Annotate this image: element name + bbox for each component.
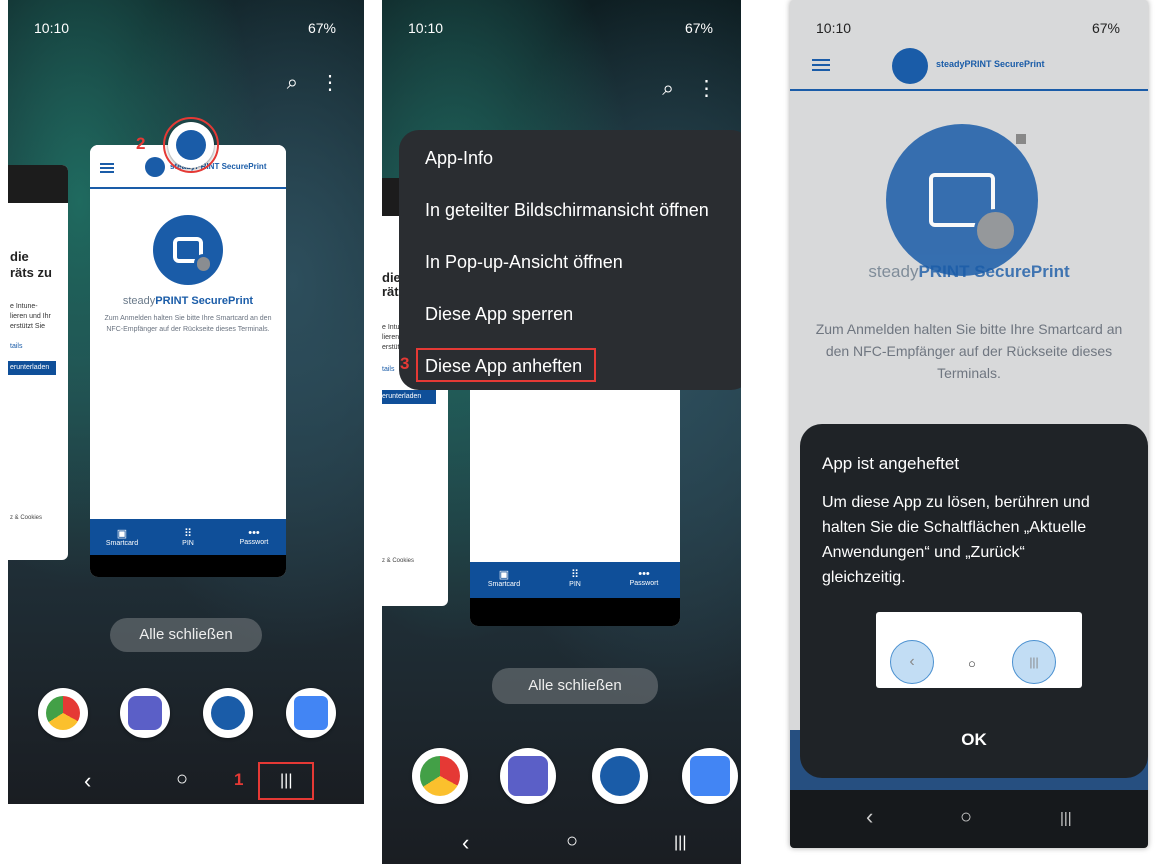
printer-lock-icon (886, 124, 1038, 276)
status-bar: 10:10 67% (8, 0, 364, 50)
details-link[interactable]: tails (382, 366, 394, 373)
smartcard-icon: ▣ (498, 569, 510, 581)
tab-passwort[interactable]: ••• Passwort (224, 527, 284, 546)
logo-icon (145, 157, 165, 177)
brand-title: steadyPRINT SecurePrint (122, 295, 254, 307)
chrome-icon[interactable] (38, 688, 88, 738)
step-2-label: 2 (136, 134, 146, 153)
home-button[interactable]: ○ (566, 830, 578, 853)
dialog-message: Um diese App zu lösen, berühren und halt… (822, 494, 1090, 586)
google-news-icon[interactable] (682, 748, 738, 804)
nav-hint-image: ‹ ○ ||| (876, 612, 1082, 688)
status-time: 10:10 (408, 20, 444, 36)
logo-icon (892, 48, 928, 84)
recents-actions: ⌕ ⋮ (640, 76, 717, 101)
recents-button[interactable]: ||| (1060, 810, 1072, 827)
tab-passwort[interactable]: ••• Passwort (614, 568, 674, 587)
back-button[interactable]: ‹ (462, 830, 469, 856)
menu-item-split-screen[interactable]: In geteilter Bildschirmansicht öffnen (425, 200, 709, 221)
status-time: 10:10 (816, 20, 852, 36)
back-button[interactable]: ‹ (84, 768, 91, 794)
secureprint-app-card[interactable]: steadyPRINT SecurePrint steadyPRINT Secu… (90, 145, 286, 577)
status-battery: 67% (307, 20, 336, 36)
login-description: Zum Anmelden halten Sie bitte Ihre Smart… (104, 315, 272, 333)
more-icon[interactable]: ⋮ (320, 72, 340, 94)
password-icon: ••• (248, 527, 260, 539)
status-time: 10:10 (34, 20, 70, 36)
menu-item-popup-view[interactable]: In Pop-up-Ansicht öffnen (425, 252, 623, 273)
search-icon[interactable]: ⌕ (662, 77, 674, 100)
status-battery: 67% (684, 20, 713, 36)
google-news-icon[interactable] (286, 688, 336, 738)
pinned-app-screen: 10:10 67% steadyPRINT SecurePrint steady… (790, 0, 1148, 848)
card-text: räts zu (10, 265, 52, 280)
previous-app-card[interactable]: die räts zu e Intune- lieren und Ihr ers… (8, 165, 68, 560)
keypad-icon: ⠿ (570, 569, 580, 581)
password-icon: ••• (638, 568, 650, 580)
printer-lock-icon (153, 215, 223, 285)
header-brand: steadyPRINT SecurePrint (936, 59, 1045, 69)
tab-smartcard[interactable]: ▣ Smartcard (92, 527, 152, 547)
secureprint-app-card[interactable]: ▣ Smartcard ⠿ PIN ••• Passwort (470, 380, 680, 626)
ok-button[interactable]: OK (800, 730, 1148, 750)
home-button[interactable]: ○ (960, 806, 972, 829)
close-all-button[interactable]: Alle schließen (492, 668, 658, 704)
card-text: e Intune- (10, 303, 38, 310)
brand-title: steadyPRINT SecurePrint (868, 262, 1070, 281)
close-all-button[interactable]: Alle schließen (110, 618, 262, 652)
menu-icon[interactable] (812, 59, 830, 61)
step-1-label: 1 (234, 770, 244, 789)
download-button[interactable]: erunterladen (382, 390, 436, 404)
card-footer: z & Cookies (10, 515, 43, 521)
menu-item-lock-app[interactable]: Diese App sperren (425, 304, 573, 325)
smartcard-icon: ▣ (116, 528, 128, 540)
teams-icon[interactable] (120, 688, 170, 738)
keypad-icon: ⠿ (183, 528, 193, 540)
bottom-nav: ▣ Smartcard ⠿ PIN ••• Passwort (90, 519, 286, 555)
chrome-icon[interactable] (412, 748, 468, 804)
download-button[interactable]: erunterladen (8, 361, 56, 375)
tab-pin[interactable]: ⠿ PIN (545, 568, 605, 588)
recents-screen-1: 10:10 67% ⌕ ⋮ die räts zu e Intune- liere… (8, 0, 364, 804)
more-icon[interactable]: ⋮ (696, 77, 717, 100)
card-text: erstützt Sie (10, 323, 46, 330)
menu-item-app-info[interactable]: App-Info (425, 148, 493, 169)
status-bar: 10:10 67% (382, 0, 741, 50)
app-pinned-dialog: App ist angeheftet Um diese App zu lösen… (800, 424, 1148, 778)
recents-button[interactable]: ||| (674, 834, 686, 852)
app-header: steadyPRINT SecurePrint (790, 45, 1148, 91)
login-description: Zum Anmelden halten Sie bitte Ihre Smart… (815, 321, 1123, 381)
details-link[interactable]: tails (10, 343, 22, 350)
tab-smartcard[interactable]: ▣ Smartcard (474, 568, 534, 588)
dialog-title: App ist angeheftet (822, 454, 960, 473)
recents-actions: ⌕ ⋮ (265, 70, 340, 95)
step-2-highlight (163, 117, 219, 173)
navigation-bar: ‹ ○ ||| (790, 790, 1148, 848)
search-icon[interactable]: ⌕ (287, 72, 298, 94)
card-text: die (10, 249, 29, 264)
step-3-highlight (416, 348, 596, 382)
home-button[interactable]: ○ (176, 768, 188, 791)
bottom-nav: ▣ Smartcard ⠿ PIN ••• Passwort (470, 562, 680, 598)
step-1-highlight (258, 762, 314, 800)
status-battery: 67% (1091, 20, 1120, 36)
menu-icon (100, 163, 114, 165)
secureprint-icon[interactable] (203, 688, 253, 738)
teams-icon[interactable] (500, 748, 556, 804)
back-button[interactable]: ‹ (866, 804, 873, 830)
status-bar: 10:10 67% (790, 0, 1148, 50)
home-hint-icon: ○ (968, 656, 976, 671)
step-3-label: 3 (400, 354, 410, 373)
recents-screen-2: 10:10 67% ⌕⋮ die räts zu e Intune- liere… (382, 0, 741, 864)
back-hint-icon: ‹ (890, 640, 934, 684)
card-text: lieren und Ihr (10, 313, 51, 320)
recents-hint-icon: ||| (1012, 640, 1056, 684)
secureprint-icon[interactable] (592, 748, 648, 804)
tab-pin[interactable]: ⠿ PIN (158, 527, 218, 547)
